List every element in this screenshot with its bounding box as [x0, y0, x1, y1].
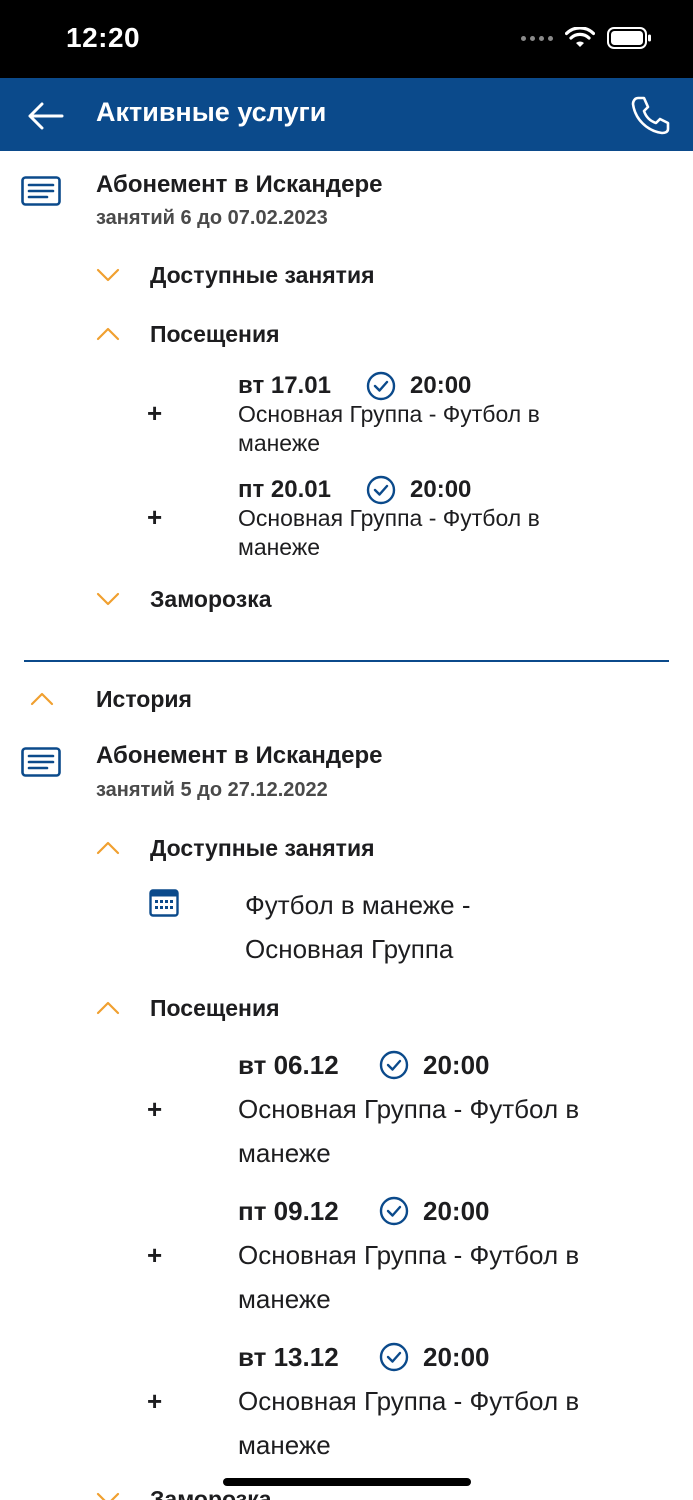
status-time: 12:20	[66, 22, 141, 53]
chevron-up-icon	[30, 692, 54, 706]
document-icon	[21, 176, 61, 206]
visit-description: Основная Группа - Футбол в манеже	[238, 505, 540, 560]
section-label: Посещения	[150, 995, 280, 1021]
battery-icon	[607, 27, 651, 49]
plus-icon[interactable]: +	[147, 1386, 162, 1417]
subscription-subtitle: занятий 5 до 27.12.2022	[96, 779, 328, 801]
history-label: История	[96, 686, 192, 712]
home-indicator	[223, 1478, 471, 1486]
chevron-down-icon	[96, 592, 120, 606]
subscription-title: Абонемент в Искандере	[96, 742, 383, 769]
chevron-up-icon	[96, 327, 120, 341]
app-header: Активные услуги	[0, 78, 693, 151]
visit-time: 20:00	[410, 372, 472, 399]
section-label: Доступные занятия	[150, 835, 375, 861]
visit-item: + вт 06.12 20:00 Основная Группа - Футбо…	[0, 1046, 693, 1176]
plus-icon[interactable]: +	[147, 1094, 162, 1125]
chevron-up-icon	[96, 1001, 120, 1015]
check-circle-icon	[379, 1196, 409, 1226]
section-label: Посещения	[150, 321, 280, 347]
page-title: Активные услуги	[96, 97, 327, 127]
visit-date: вт 13.12	[238, 1342, 339, 1372]
check-circle-icon	[366, 371, 396, 401]
plus-icon[interactable]: +	[147, 398, 162, 429]
chevron-down-icon	[96, 1492, 120, 1500]
phone-icon[interactable]	[629, 94, 671, 136]
visit-description: Основная Группа - Футбол в манеже	[238, 1094, 580, 1168]
check-circle-icon	[366, 475, 396, 505]
section-label: Заморозка	[150, 1486, 272, 1500]
visit-item: + вт 17.01 20:00 Основная Группа - Футбо…	[0, 368, 693, 460]
available-lessons-toggle[interactable]: Доступные занятия	[96, 258, 496, 298]
chevron-down-icon	[96, 268, 120, 282]
visits-toggle[interactable]: Посещения	[96, 317, 496, 357]
back-arrow-icon[interactable]	[22, 98, 68, 134]
visit-time: 20:00	[423, 1342, 490, 1372]
signal-icon	[521, 35, 553, 41]
visit-time: 20:00	[423, 1050, 490, 1080]
status-bar: 12:20	[0, 0, 693, 78]
available-lessons-toggle[interactable]: Доступные занятия	[96, 831, 496, 871]
visit-date: вт 06.12	[238, 1050, 339, 1080]
check-circle-icon	[379, 1050, 409, 1080]
visit-time: 20:00	[410, 476, 472, 503]
visit-date: пт 09.12	[238, 1196, 339, 1226]
available-lesson-item: Футбол в манеже - Основная Группа	[245, 890, 471, 964]
status-icons	[521, 26, 653, 50]
plus-icon[interactable]: +	[147, 1240, 162, 1271]
document-icon	[21, 747, 61, 777]
calendar-icon	[149, 889, 179, 917]
visit-description: Основная Группа - Футбол в манеже	[238, 1386, 580, 1460]
plus-icon[interactable]: +	[147, 502, 162, 533]
history-toggle[interactable]: История	[28, 682, 428, 722]
visit-date: пт 20.01	[238, 476, 331, 503]
section-label: Доступные занятия	[150, 262, 375, 288]
section-label: Заморозка	[150, 586, 272, 612]
subscription-subtitle: занятий 6 до 07.02.2023	[96, 207, 328, 229]
visits-toggle[interactable]: Посещения	[96, 991, 496, 1031]
check-circle-icon	[379, 1342, 409, 1372]
section-divider	[24, 660, 669, 662]
visit-item: + вт 13.12 20:00 Основная Группа - Футбо…	[0, 1338, 693, 1468]
wifi-icon	[565, 27, 595, 47]
freeze-toggle[interactable]: Заморозка	[96, 582, 496, 622]
visit-date: вт 17.01	[238, 372, 331, 399]
visit-description: Основная Группа - Футбол в манеже	[238, 401, 540, 456]
subscription-title: Абонемент в Искандере	[96, 171, 383, 198]
visit-description: Основная Группа - Футбол в манеже	[238, 1240, 580, 1314]
visit-item: + пт 20.01 20:00 Основная Группа - Футбо…	[0, 472, 693, 564]
visit-item: + пт 09.12 20:00 Основная Группа - Футбо…	[0, 1192, 693, 1322]
visit-time: 20:00	[423, 1196, 490, 1226]
chevron-up-icon	[96, 841, 120, 855]
